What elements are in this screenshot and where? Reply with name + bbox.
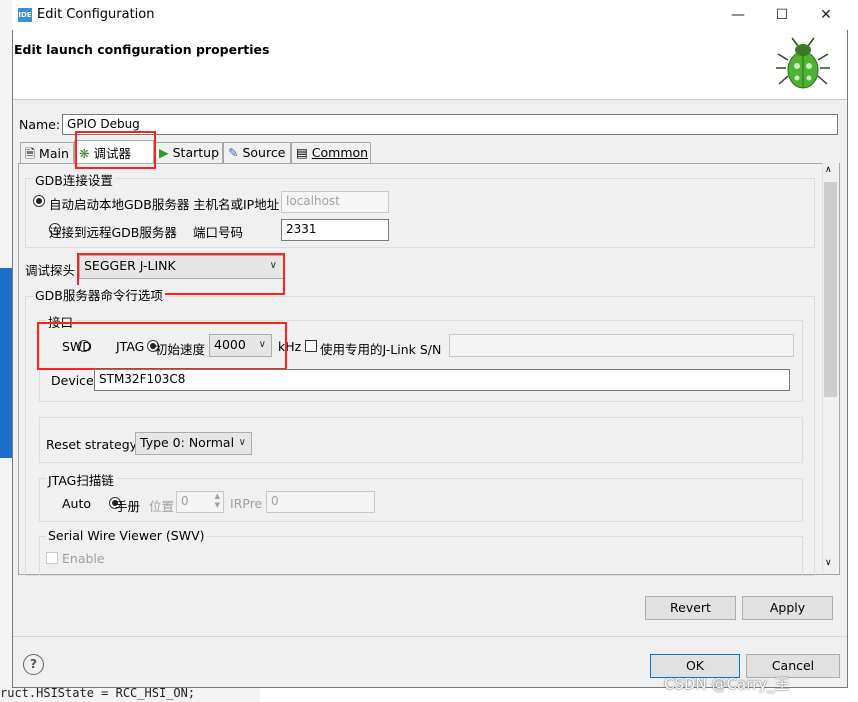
irpre-input[interactable]: 0 [266, 491, 375, 513]
swv-enable-label: Enable [62, 551, 105, 566]
host-label: 主机名或IP地址 [193, 197, 280, 212]
ide-app-icon: IDE [18, 8, 32, 22]
tab-source[interactable]: ✎ Source [223, 142, 291, 163]
jtag-chain-title: JTAG扫描链 [46, 470, 116, 489]
scroll-up-icon[interactable]: ∧ [825, 165, 832, 175]
gdb-connection-title: GDB连接设置 [33, 170, 115, 189]
maximize-icon[interactable]: ☐ [766, 4, 798, 26]
revert-button[interactable]: Revert [645, 596, 736, 620]
close-icon[interactable]: ✕ [810, 4, 842, 26]
auto-label: Auto [62, 496, 92, 511]
name-label: Name: [19, 117, 61, 132]
bug-icon [776, 37, 830, 89]
window-title: Edit Configuration [37, 7, 155, 22]
help-icon[interactable]: ? [23, 654, 44, 675]
spinner-icon[interactable]: ▲ ▼ [215, 492, 220, 510]
main-tab-icon: 🗎 [25, 146, 36, 161]
watermark: CSDN @Carry_王 [664, 675, 790, 693]
scroll-down-icon[interactable]: ∨ [825, 558, 832, 568]
gdb-server-title: GDB服务器命令行选项 [33, 285, 165, 304]
swv-title: Serial Wire Viewer (SWV) [46, 528, 207, 543]
device-label: Device [51, 373, 94, 388]
tab-common[interactable]: ▤ Common [291, 142, 371, 163]
reset-select[interactable]: Type 0: Normal ∨ [135, 432, 252, 455]
header-title: Edit launch configuration properties [14, 42, 270, 57]
tab-main[interactable]: 🗎 Main [20, 142, 74, 163]
common-tab-icon: ▤ [296, 145, 308, 160]
position-value: 0 [181, 494, 189, 508]
name-input[interactable]: GPIO Debug [62, 114, 838, 135]
sn-label: 使用专用的J-Link S/N [320, 342, 442, 357]
tab-main-label: Main [39, 146, 69, 161]
reset-select-value: Type 0: Normal [140, 435, 235, 450]
tab-source-label: Source [242, 145, 286, 160]
reset-label: Reset strategy [46, 437, 138, 452]
source-tab-icon: ✎ [228, 145, 239, 160]
tab-startup-label: Startup [172, 145, 220, 160]
local-gdb-label: 自动启动本地GDB服务器 [49, 197, 190, 212]
host-input[interactable]: localhost [281, 191, 389, 213]
local-gdb-radio[interactable] [33, 195, 45, 207]
startup-tab-icon: ▶ [159, 145, 169, 160]
interface-highlight-box [37, 322, 287, 370]
apply-button[interactable]: Apply [742, 596, 833, 620]
irpre-label: IRPre [230, 496, 263, 511]
dialog-header [13, 30, 847, 100]
remote-gdb-label: 连接到远程GDB服务器 [49, 225, 177, 240]
sn-input[interactable] [449, 334, 794, 357]
position-label: 位置 [149, 499, 175, 514]
background-selection [0, 268, 12, 458]
chevron-down-icon: ∨ [238, 437, 246, 448]
port-input[interactable]: 2331 [281, 219, 389, 241]
manual-label: 手册 [115, 499, 141, 514]
sn-checkbox[interactable] [305, 340, 317, 352]
tab-highlight-box [75, 131, 156, 169]
footer-divider [13, 636, 847, 637]
position-input[interactable]: 0 ▲ ▼ [176, 491, 224, 513]
probe-label: 调试探头 [25, 263, 76, 278]
device-input[interactable]: STM32F103C8 [94, 369, 790, 391]
swv-enable-checkbox[interactable] [46, 552, 58, 564]
tab-startup[interactable]: ▶ Startup [154, 142, 223, 163]
minimize-icon[interactable]: — [722, 4, 754, 26]
port-label: 端口号码 [193, 225, 244, 240]
tab-common-label: Common [311, 145, 369, 160]
scrollbar-thumb[interactable] [824, 182, 837, 397]
